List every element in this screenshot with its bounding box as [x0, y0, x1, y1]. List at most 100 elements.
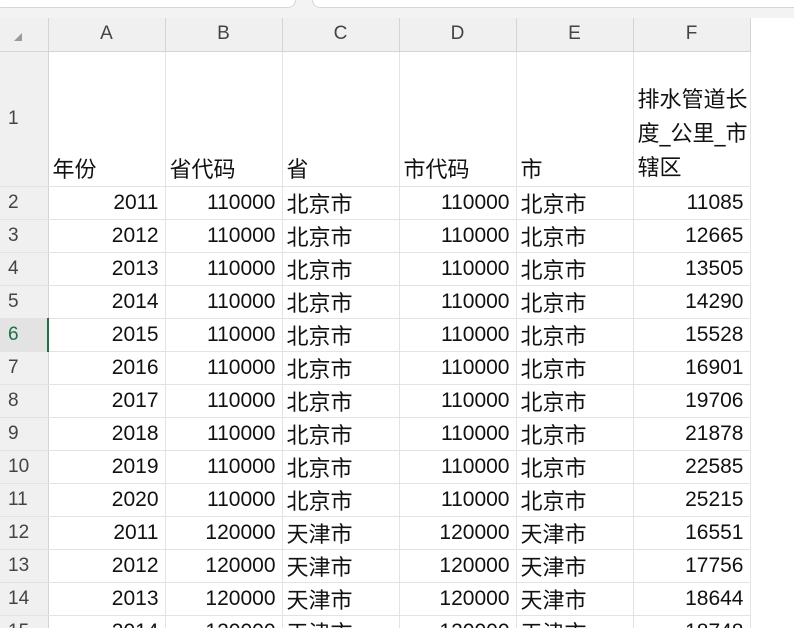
table-cell[interactable]: 北京市 — [282, 483, 400, 517]
table-cell[interactable]: 16551 — [633, 516, 751, 550]
row-header[interactable]: 13 — [0, 549, 49, 583]
row-header[interactable]: 2 — [0, 186, 49, 220]
table-cell[interactable]: 120000 — [399, 582, 517, 616]
table-cell[interactable]: 天津市 — [282, 549, 400, 583]
table-cell[interactable]: 110000 — [165, 483, 283, 517]
table-cell[interactable]: 2012 — [48, 219, 166, 253]
table-cell[interactable]: 天津市 — [516, 549, 634, 583]
table-cell[interactable]: 北京市 — [516, 186, 634, 220]
table-cell[interactable]: 北京市 — [282, 318, 400, 352]
row-header[interactable]: 1 — [0, 51, 49, 187]
cell-c1[interactable]: 省 — [282, 51, 400, 187]
table-cell[interactable]: 110000 — [165, 186, 283, 220]
table-cell[interactable]: 天津市 — [516, 582, 634, 616]
row-header[interactable]: 4 — [0, 252, 49, 286]
table-cell[interactable]: 110000 — [165, 450, 283, 484]
table-cell[interactable]: 110000 — [399, 285, 517, 319]
table-cell[interactable]: 北京市 — [282, 219, 400, 253]
row-header[interactable]: 15 — [0, 615, 49, 628]
table-cell[interactable]: 北京市 — [282, 252, 400, 286]
table-cell[interactable]: 110000 — [165, 351, 283, 385]
table-cell[interactable]: 北京市 — [516, 318, 634, 352]
row-header[interactable]: 12 — [0, 516, 49, 550]
table-cell[interactable]: 北京市 — [282, 417, 400, 451]
table-cell[interactable]: 2011 — [48, 516, 166, 550]
table-cell[interactable]: 110000 — [399, 450, 517, 484]
table-cell[interactable]: 北京市 — [516, 483, 634, 517]
cell-a1[interactable]: 年份 — [48, 51, 166, 187]
column-header-b[interactable]: B — [165, 18, 283, 52]
row-header[interactable]: 10 — [0, 450, 49, 484]
table-cell[interactable]: 北京市 — [516, 450, 634, 484]
cell-e1[interactable]: 市 — [516, 51, 634, 187]
table-cell[interactable]: 天津市 — [516, 516, 634, 550]
table-cell[interactable]: 2018 — [48, 417, 166, 451]
row-header[interactable]: 5 — [0, 285, 49, 319]
row-header[interactable]: 11 — [0, 483, 49, 517]
table-cell[interactable]: 110000 — [165, 252, 283, 286]
table-cell[interactable]: 120000 — [165, 582, 283, 616]
table-cell[interactable]: 19706 — [633, 384, 751, 418]
select-all-corner[interactable] — [0, 18, 49, 52]
table-cell[interactable]: 北京市 — [516, 252, 634, 286]
table-cell[interactable]: 110000 — [165, 417, 283, 451]
table-cell[interactable]: 110000 — [165, 219, 283, 253]
row-header[interactable]: 8 — [0, 384, 49, 418]
table-cell[interactable]: 25215 — [633, 483, 751, 517]
table-cell[interactable]: 2011 — [48, 186, 166, 220]
column-header-f[interactable]: F — [633, 18, 751, 52]
table-cell[interactable]: 2020 — [48, 483, 166, 517]
row-header[interactable]: 6 — [0, 318, 49, 352]
table-cell[interactable]: 北京市 — [282, 450, 400, 484]
row-header[interactable]: 9 — [0, 417, 49, 451]
table-cell[interactable]: 北京市 — [282, 384, 400, 418]
column-header-d[interactable]: D — [399, 18, 517, 52]
table-cell[interactable]: 110000 — [165, 318, 283, 352]
row-header[interactable]: 7 — [0, 351, 49, 385]
table-cell[interactable]: 16901 — [633, 351, 751, 385]
table-cell[interactable]: 110000 — [399, 483, 517, 517]
cell-f1[interactable]: 排水管道长度_公里_市辖区 — [633, 51, 751, 187]
table-cell[interactable]: 2013 — [48, 582, 166, 616]
table-cell[interactable]: 北京市 — [516, 351, 634, 385]
table-cell[interactable]: 15528 — [633, 318, 751, 352]
table-cell[interactable]: 11085 — [633, 186, 751, 220]
table-cell[interactable]: 2019 — [48, 450, 166, 484]
table-cell[interactable]: 12665 — [633, 219, 751, 253]
table-cell[interactable]: 北京市 — [516, 384, 634, 418]
table-cell[interactable]: 天津市 — [516, 615, 634, 628]
table-cell[interactable]: 北京市 — [282, 186, 400, 220]
table-cell[interactable]: 14290 — [633, 285, 751, 319]
table-cell[interactable]: 北京市 — [516, 285, 634, 319]
table-cell[interactable]: 110000 — [399, 417, 517, 451]
table-cell[interactable]: 天津市 — [282, 582, 400, 616]
table-cell[interactable]: 110000 — [399, 219, 517, 253]
table-cell[interactable]: 2012 — [48, 549, 166, 583]
table-cell[interactable]: 120000 — [399, 516, 517, 550]
cell-d1[interactable]: 市代码 — [399, 51, 517, 187]
table-cell[interactable]: 2013 — [48, 252, 166, 286]
table-cell[interactable]: 110000 — [165, 285, 283, 319]
table-cell[interactable]: 北京市 — [282, 351, 400, 385]
table-cell[interactable]: 110000 — [399, 318, 517, 352]
table-cell[interactable]: 110000 — [399, 351, 517, 385]
formula-bar[interactable] — [312, 0, 794, 8]
column-header-c[interactable]: C — [282, 18, 400, 52]
table-cell[interactable]: 天津市 — [282, 516, 400, 550]
table-cell[interactable]: 120000 — [165, 615, 283, 628]
table-cell[interactable]: 2014 — [48, 285, 166, 319]
table-cell[interactable]: 120000 — [399, 549, 517, 583]
table-cell[interactable]: 110000 — [165, 384, 283, 418]
table-cell[interactable]: 17756 — [633, 549, 751, 583]
table-cell[interactable]: 21878 — [633, 417, 751, 451]
table-cell[interactable]: 110000 — [399, 252, 517, 286]
table-cell[interactable]: 2017 — [48, 384, 166, 418]
table-cell[interactable]: 18644 — [633, 582, 751, 616]
table-cell[interactable]: 22585 — [633, 450, 751, 484]
table-cell[interactable]: 2015 — [48, 318, 166, 352]
table-cell[interactable]: 天津市 — [282, 615, 400, 628]
table-cell[interactable]: 2016 — [48, 351, 166, 385]
table-cell[interactable]: 2014 — [48, 615, 166, 628]
column-header-a[interactable]: A — [48, 18, 166, 52]
table-cell[interactable]: 13505 — [633, 252, 751, 286]
